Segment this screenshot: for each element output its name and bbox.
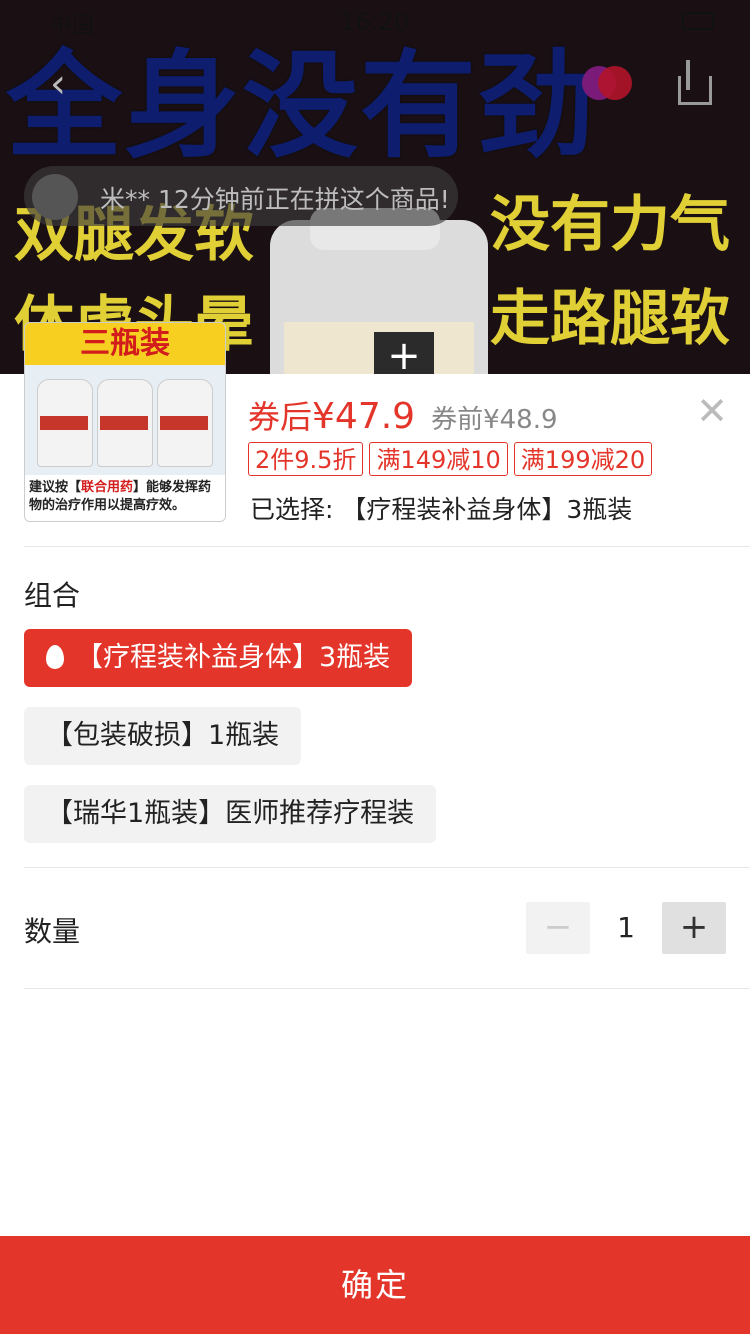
divider [24,546,750,547]
avatar [32,174,78,220]
combo-title: 组合 [24,579,81,612]
ticker-message: 米** 12分钟前正在拼这个商品! [100,185,450,214]
banner-right-line-2: 走路腿软 [490,284,730,354]
fire-icon [46,645,64,669]
group-buy-ticker: 米** 12分钟前正在拼这个商品! [24,166,458,226]
quantity-label: 数量 [24,915,81,948]
price-after-value: ¥47.9 [312,396,416,437]
close-icon[interactable]: ✕ [692,392,732,432]
share-icon[interactable] [664,58,724,114]
quantity-increment-button[interactable]: + [662,902,726,954]
cross-icon: + [374,332,434,374]
product-bottle-image: + [270,208,488,374]
combo-option-1[interactable]: 【疗程装补益身体】3瓶装 [24,629,413,687]
selected-summary: 已选择: 【疗程装补益身体】3瓶装 [250,495,633,524]
back-chevron-icon[interactable]: ‹ [30,58,86,114]
favorite-icon[interactable] [582,66,632,102]
thumb-bottles-image [25,365,225,475]
promo-tag: 满199减20 [513,442,653,476]
price-before: 券前¥48.9 [431,405,558,435]
divider [24,988,750,989]
promo-tag: 2件9.5折 [248,442,364,476]
product-banner: 中国 16:20 全身没有劲 双腿发软 体虚头晕 没有力气 走路腿软 + ‹ 米… [0,0,750,374]
battery-icon [682,12,714,30]
quantity-value[interactable]: 1 [596,902,656,954]
product-thumbnail[interactable]: 三瓶装 建议按【联合用药】能够发挥药物的治疗作用以提高疗效。 [24,322,226,522]
banner-right-line-1: 没有力气 [490,190,730,260]
price-after-label: 券后 [248,398,313,436]
confirm-button[interactable]: 确定 [0,1236,750,1334]
thumb-note: 建议按【联合用药】能够发挥药物的治疗作用以提高疗效。 [25,475,225,521]
combo-option-2[interactable]: 【包装破损】1瓶装 [24,707,302,765]
combo-option-label: 【疗程装补益身体】3瓶装 [76,642,391,673]
quantity-decrement-button[interactable]: − [526,902,590,954]
divider [24,867,750,868]
banner-headline: 全身没有劲 [6,39,596,174]
combo-option-3[interactable]: 【瑞华1瓶装】医师推荐疗程装 [24,785,437,843]
thumb-pack-label: 三瓶装 [25,323,225,365]
promo-tag: 满149减10 [369,442,508,476]
combo-option-label: 【瑞华1瓶装】医师推荐疗程装 [46,798,415,829]
combo-option-label: 【包装破损】1瓶装 [46,720,280,751]
promo-tags: 2件9.5折 满149减10 满199减20 [248,442,658,476]
price-row: 券后¥47.9 券前¥48.9 [248,392,558,437]
